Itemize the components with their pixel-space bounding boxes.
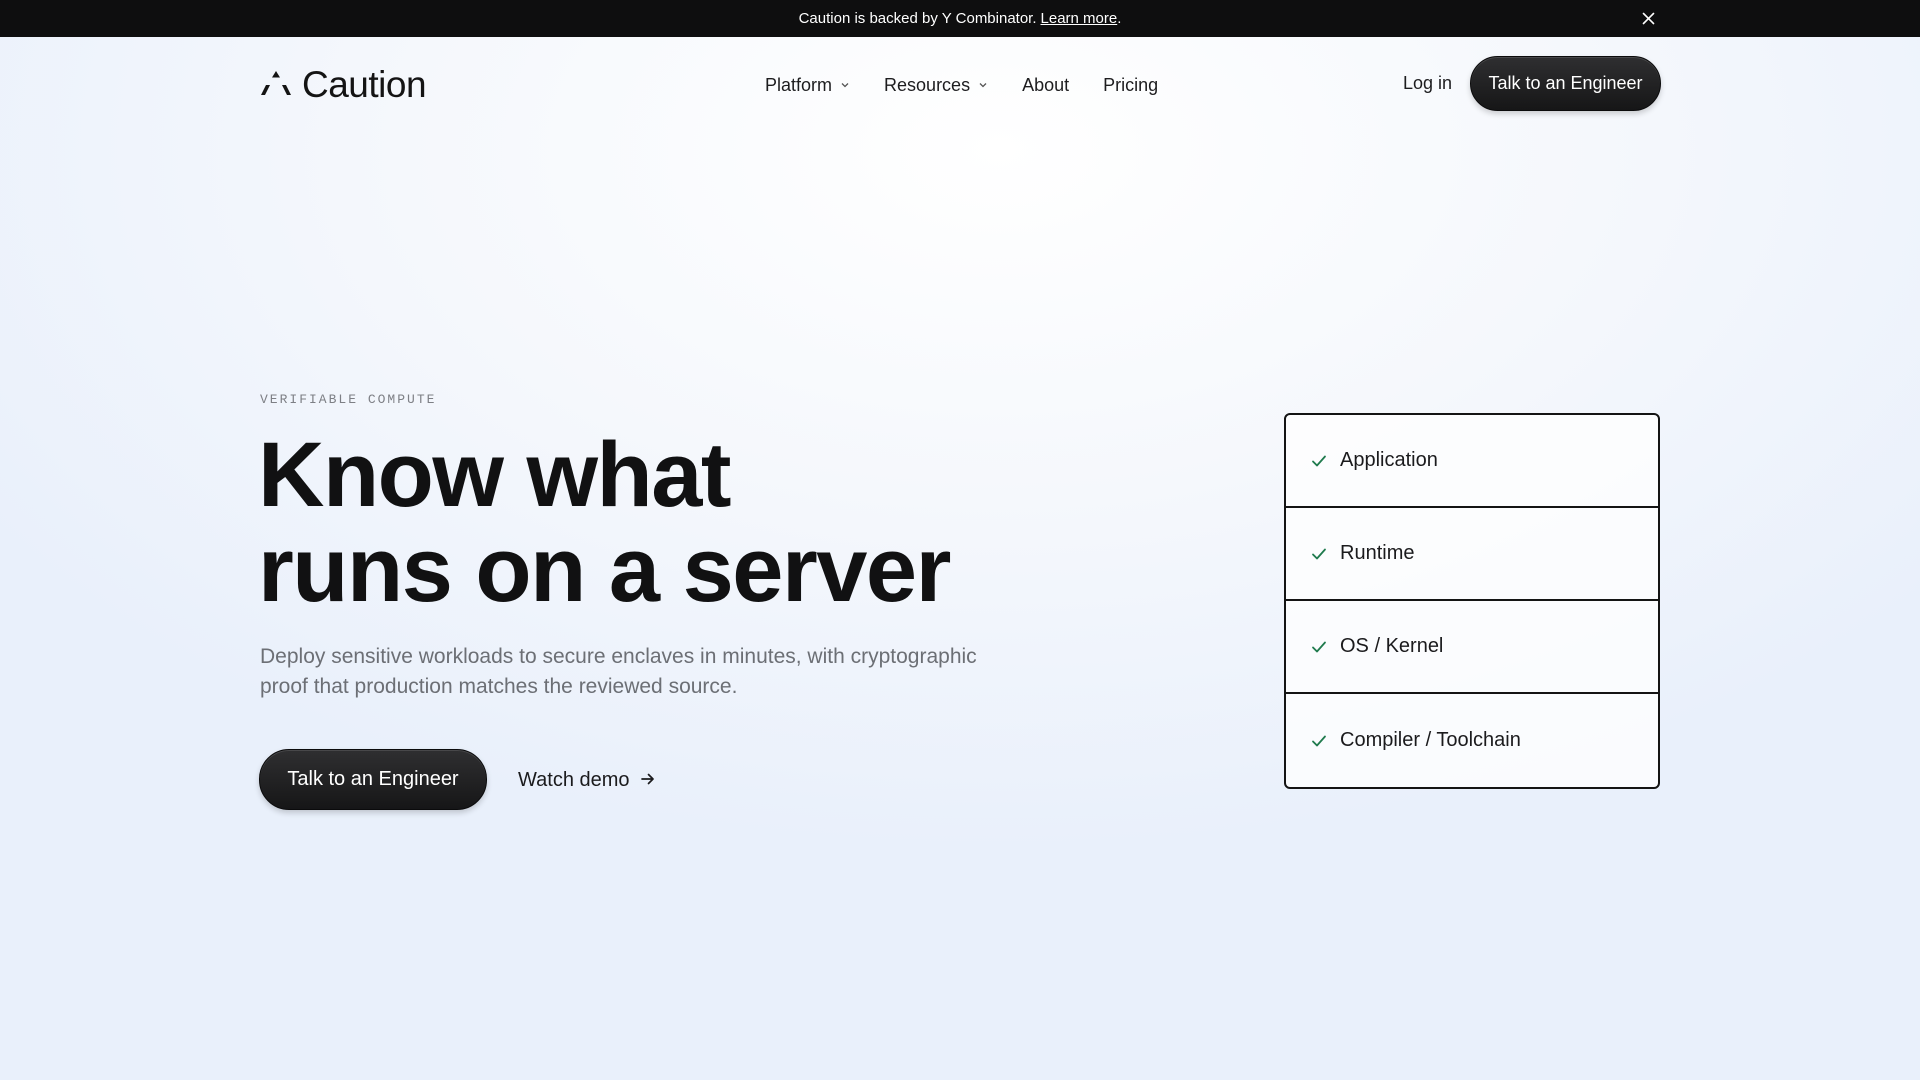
stack-item-application: Application xyxy=(1286,415,1658,508)
stack-item-os-kernel: OS / Kernel xyxy=(1286,601,1658,694)
top-nav: Caution Platform Resources About Pricing… xyxy=(0,37,1920,129)
login-link[interactable]: Log in xyxy=(1403,73,1452,94)
headline-line-1: Know what xyxy=(258,424,732,526)
check-icon xyxy=(1310,732,1328,750)
nav-item-about[interactable]: About xyxy=(1022,75,1069,96)
nav-item-label: Platform xyxy=(765,74,833,95)
nav-item-platform[interactable]: Platform xyxy=(765,75,850,96)
nav-item-label: Resources xyxy=(884,74,971,95)
nav-item-label: Pricing xyxy=(1103,74,1159,95)
announcement-suffix: . xyxy=(1117,10,1122,27)
learn-more-link[interactable]: Learn more xyxy=(1041,10,1118,27)
announcement-text: Caution is backed by Y Combinator. xyxy=(798,10,1037,27)
stack-item-compiler-toolchain: Compiler / Toolchain xyxy=(1286,694,1658,787)
stack-item-runtime: Runtime xyxy=(1286,508,1658,601)
hero-headline: Know what runs on a server xyxy=(258,428,1018,618)
brand-logo[interactable]: Caution xyxy=(260,64,427,105)
chevron-down-icon xyxy=(840,80,850,90)
close-icon[interactable] xyxy=(1638,8,1658,28)
nav-item-pricing[interactable]: Pricing xyxy=(1103,75,1158,96)
check-icon xyxy=(1310,452,1328,470)
brand-name: Caution xyxy=(302,64,427,105)
chevron-down-icon xyxy=(978,80,988,90)
triangle-logo-icon xyxy=(260,68,292,103)
arrow-right-icon xyxy=(640,769,656,792)
stack-item-label: Compiler / Toolchain xyxy=(1340,729,1521,751)
hero-eyebrow: VERIFIABLE COMPUTE xyxy=(260,392,437,407)
headline-line-2: runs on a server xyxy=(258,519,951,621)
hero-subtext: Deploy sensitive workloads to secure enc… xyxy=(260,645,977,698)
check-icon xyxy=(1310,638,1328,656)
talk-to-engineer-hero-button[interactable]: Talk to an Engineer xyxy=(259,749,487,810)
stack-item-label: Application xyxy=(1340,449,1438,471)
watch-demo-label: Watch demo xyxy=(518,768,630,791)
stack-item-label: OS / Kernel xyxy=(1340,635,1444,657)
stack-item-label: Runtime xyxy=(1340,542,1415,564)
nav-links: Platform Resources About Pricing xyxy=(765,72,1192,98)
nav-item-resources[interactable]: Resources xyxy=(884,75,988,96)
watch-demo-link[interactable]: Watch demo xyxy=(518,768,656,792)
talk-to-engineer-nav-button[interactable]: Talk to an Engineer xyxy=(1470,56,1661,111)
nav-item-label: About xyxy=(1022,74,1070,95)
verified-stack-card: Application Runtime OS / Kernel Compiler… xyxy=(1284,413,1660,789)
announcement-bar: Caution is backed by Y Combinator. Learn… xyxy=(0,0,1920,37)
check-icon xyxy=(1310,545,1328,563)
